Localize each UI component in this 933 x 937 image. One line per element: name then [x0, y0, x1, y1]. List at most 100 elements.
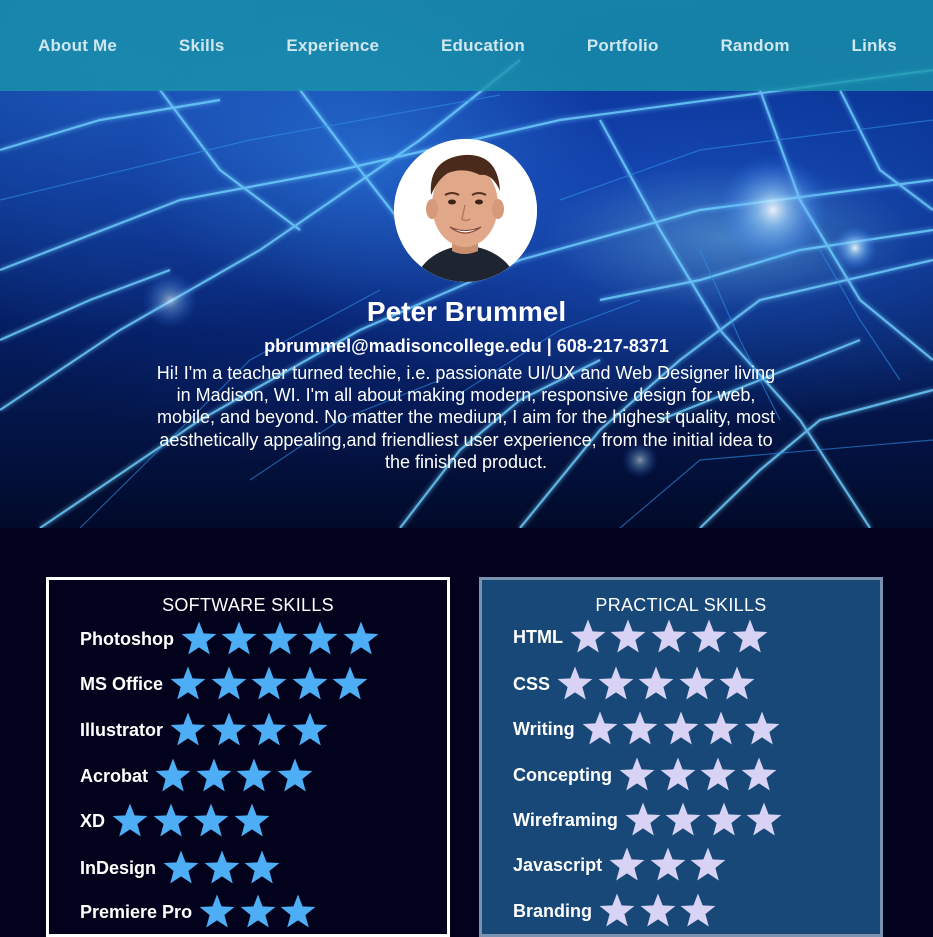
star-icon — [662, 710, 703, 748]
software-skill-label: InDesign — [80, 857, 157, 878]
practical-skill-label: CSS — [513, 673, 551, 694]
star-icon — [243, 849, 284, 887]
practical-skill-rating — [608, 846, 730, 884]
star-icon — [650, 618, 691, 656]
avatar — [394, 139, 537, 282]
star-icon — [718, 665, 759, 703]
practical-skill-row: Wireframing — [513, 800, 786, 840]
star-icon — [624, 801, 665, 839]
star-icon — [342, 620, 383, 658]
practical-skill-label: HTML — [513, 626, 563, 647]
software-skill-row: InDesign — [80, 848, 284, 888]
star-icon — [250, 711, 291, 749]
star-icon — [162, 849, 203, 887]
star-icon — [639, 892, 680, 930]
star-icon — [689, 846, 730, 884]
nav-random[interactable]: Random — [720, 36, 789, 56]
star-icon — [210, 665, 251, 703]
practical-skill-row: Writing — [513, 709, 783, 749]
software-skill-row: MS Office — [80, 664, 372, 704]
star-icon — [731, 618, 772, 656]
software-skill-label: Premiere Pro — [80, 901, 193, 922]
star-icon — [659, 756, 700, 794]
star-icon — [195, 757, 236, 795]
star-icon — [705, 801, 746, 839]
star-icon — [154, 757, 195, 795]
star-icon — [608, 846, 649, 884]
nav-skills[interactable]: Skills — [179, 36, 225, 56]
star-icon — [745, 801, 786, 839]
star-icon — [198, 893, 239, 931]
practical-skill-row: Javascript — [513, 845, 730, 885]
star-icon — [597, 665, 638, 703]
practical-skills-panel: PRACTICAL SKILLS HTML CSS Writing Conceptin… — [479, 577, 883, 937]
star-icon — [250, 665, 291, 703]
nav-links[interactable]: Links — [852, 36, 897, 56]
practical-skill-label: Branding — [513, 900, 592, 921]
star-icon — [220, 620, 261, 658]
star-icon — [279, 893, 320, 931]
star-icon — [690, 618, 731, 656]
star-icon — [637, 665, 678, 703]
star-icon — [152, 802, 193, 840]
star-icon — [291, 711, 332, 749]
top-nav: About Me Skills Experience Education Por… — [0, 0, 933, 91]
software-skill-row: Premiere Pro — [80, 892, 320, 932]
software-skill-label: Illustrator — [80, 719, 164, 740]
star-icon — [699, 756, 740, 794]
star-icon — [301, 620, 342, 658]
star-icon — [261, 620, 302, 658]
star-icon — [618, 756, 659, 794]
software-skill-label: Acrobat — [80, 765, 149, 786]
star-icon — [743, 710, 784, 748]
practical-skill-rating — [598, 892, 720, 930]
star-icon — [169, 665, 210, 703]
profile-bio: Hi! I'm a teacher turned techie, i.e. pa… — [156, 363, 776, 472]
star-icon — [664, 801, 705, 839]
practical-skills-title: PRACTICAL SKILLS — [595, 595, 767, 615]
software-skill-label: MS Office — [80, 673, 164, 694]
star-icon — [609, 618, 650, 656]
software-skills-title: SOFTWARE SKILLS — [162, 595, 334, 615]
practical-skill-rating — [556, 665, 759, 703]
star-icon — [569, 618, 610, 656]
star-icon — [169, 711, 210, 749]
software-skill-row: Photoshop — [80, 619, 382, 659]
star-icon — [740, 756, 781, 794]
nav-portfolio[interactable]: Portfolio — [587, 36, 659, 56]
practical-skill-label: Concepting — [513, 764, 612, 785]
software-skills-panel: SOFTWARE SKILLS Photoshop MS Office Illust… — [46, 577, 450, 937]
star-icon — [192, 802, 233, 840]
nav-experience[interactable]: Experience — [286, 36, 379, 56]
star-icon — [702, 710, 743, 748]
software-skill-rating — [198, 893, 320, 931]
star-icon — [239, 893, 280, 931]
software-skill-rating — [162, 849, 284, 887]
star-icon — [210, 711, 251, 749]
profile-name: Peter Brummel — [366, 296, 567, 327]
software-skill-label: XD — [80, 810, 106, 831]
star-icon — [679, 892, 720, 930]
practical-skill-row: HTML — [513, 617, 771, 657]
profile-photo — [394, 139, 537, 282]
star-icon — [276, 757, 317, 795]
star-icon — [556, 665, 597, 703]
star-icon — [331, 665, 372, 703]
practical-skill-rating — [618, 756, 780, 794]
nav-education[interactable]: Education — [441, 36, 525, 56]
practical-skill-row: Concepting — [513, 755, 780, 795]
practical-skill-label: Writing — [513, 718, 575, 739]
star-icon — [678, 665, 719, 703]
star-icon — [235, 757, 276, 795]
practical-skill-label: Wireframing — [513, 809, 618, 830]
software-skill-row: Acrobat — [80, 756, 316, 796]
star-icon — [111, 802, 152, 840]
software-skill-rating — [169, 711, 331, 749]
software-skill-rating — [154, 757, 316, 795]
practical-skill-label: Javascript — [513, 854, 603, 875]
practical-skill-row: CSS — [513, 664, 759, 704]
practical-skill-rating — [581, 710, 784, 748]
star-icon — [581, 710, 622, 748]
software-skill-rating — [111, 802, 273, 840]
nav-about-me[interactable]: About Me — [38, 36, 117, 56]
